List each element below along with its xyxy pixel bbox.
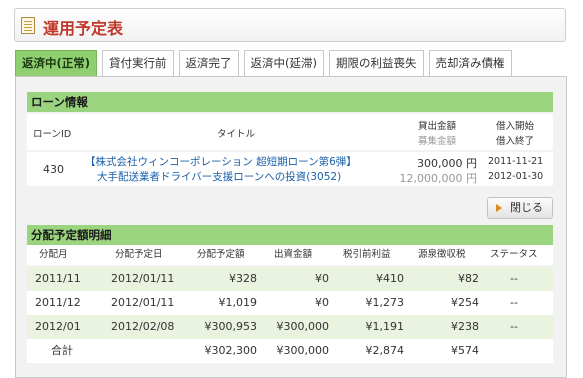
table-row: 2011/12 2012/01/11 ¥1,019 ¥0 ¥1,273 ¥254… xyxy=(27,291,553,315)
tab-repaying-delinquent[interactable]: 返済中(延滞) xyxy=(243,50,324,76)
row-date: 2012/02/08 xyxy=(111,320,175,333)
loan-title-link-line2[interactable]: 大手配送業者ドライバー支援ローンへの投資(3052) xyxy=(97,169,341,184)
col-title: タイトル xyxy=(217,129,256,140)
tab-repaying-normal[interactable]: 返済中(正常) xyxy=(15,50,98,76)
end-date: 2012-01-30 xyxy=(488,171,544,182)
row-month: 2012/01 xyxy=(35,320,81,333)
schedule-header-row: 分配月 分配予定日 分配予定額 出資金額 税引前利益 源泉徴収税 ステータス xyxy=(27,245,553,265)
total-row: 合計 ¥302,300 ¥300,000 ¥2,874 ¥574 xyxy=(27,339,553,363)
offer-amount: 12,000,000 円 xyxy=(399,172,477,185)
document-icon xyxy=(21,17,35,34)
total-profit: ¥2,874 xyxy=(365,344,405,357)
row-tax: ¥82 xyxy=(458,272,479,285)
col-loan-amount: 貸出金額 xyxy=(418,121,457,132)
total-capital: ¥300,000 xyxy=(276,344,330,357)
row-capital: ¥0 xyxy=(315,296,329,309)
col-loan-id: ローンID xyxy=(33,129,72,140)
page-title: 運用予定表 xyxy=(43,19,124,38)
loan-title-link[interactable]: 【株式会社ウィンコーポレーション 超短期ローン第6弾】 xyxy=(85,154,357,169)
col-dist-date: 分配予定日 xyxy=(115,249,163,260)
total-tax: ¥574 xyxy=(451,344,479,357)
tab-before-lending[interactable]: 貸付実行前 xyxy=(102,50,174,76)
col-withholding-tax: 源泉徴収税 xyxy=(418,249,466,260)
loan-info-row: 430 【株式会社ウィンコーポレーション 超短期ローン第6弾】 大手配送業者ドラ… xyxy=(27,152,553,186)
loan-info-header-row: ローンID タイトル 貸出金額 募集金額 借入開始 借入終了 xyxy=(27,114,553,150)
row-capital: ¥0 xyxy=(315,272,329,285)
row-status: -- xyxy=(510,272,518,285)
row-profit: ¥1,273 xyxy=(365,296,405,309)
close-button-label: 閉じる xyxy=(510,201,543,214)
row-dist-amount: ¥300,953 xyxy=(204,320,258,333)
row-status: -- xyxy=(510,320,518,333)
row-status: -- xyxy=(510,296,518,309)
page-title-bar: 運用予定表 xyxy=(14,8,566,42)
tab-repaid[interactable]: 返済完了 xyxy=(178,50,239,76)
loan-info-heading: ローン情報 xyxy=(27,92,553,112)
tab-sold-receivables[interactable]: 売却済み債権 xyxy=(428,50,512,76)
tab-acceleration[interactable]: 期限の利益喪失 xyxy=(329,50,424,76)
col-end-date: 借入終了 xyxy=(496,136,535,147)
col-pretax-profit: 税引前利益 xyxy=(343,249,391,260)
row-dist-amount: ¥1,019 xyxy=(218,296,258,309)
start-date: 2011-11-21 xyxy=(488,156,544,167)
schedule-heading: 分配予定額明細 xyxy=(27,225,553,245)
col-dist-amount: 分配予定額 xyxy=(197,249,245,260)
row-profit: ¥1,191 xyxy=(365,320,405,333)
total-dist-amount: ¥302,300 xyxy=(204,344,258,357)
table-row: 2011/11 2012/01/11 ¥328 ¥0 ¥410 ¥82 -- xyxy=(27,267,553,291)
row-date: 2012/01/11 xyxy=(111,296,175,309)
table-row: 2012/01 2012/02/08 ¥300,953 ¥300,000 ¥1,… xyxy=(27,315,553,339)
col-start-date: 借入開始 xyxy=(496,121,535,132)
play-arrow-icon xyxy=(496,204,502,212)
col-capital: 出資金額 xyxy=(274,249,313,260)
total-label: 合計 xyxy=(51,344,73,357)
col-dist-month: 分配月 xyxy=(39,249,68,260)
col-status: ステータス xyxy=(490,249,538,260)
row-capital: ¥300,000 xyxy=(276,320,330,333)
row-month: 2011/12 xyxy=(35,296,81,309)
row-tax: ¥238 xyxy=(451,320,479,333)
row-tax: ¥254 xyxy=(451,296,479,309)
row-dist-amount: ¥328 xyxy=(229,272,257,285)
loan-amount: 300,000 円 xyxy=(417,157,477,170)
close-button[interactable]: 閉じる xyxy=(487,197,553,219)
col-offer-amount: 募集金額 xyxy=(418,136,457,147)
loan-id: 430 xyxy=(43,163,64,176)
row-month: 2011/11 xyxy=(35,272,81,285)
row-profit: ¥410 xyxy=(376,272,404,285)
row-date: 2012/01/11 xyxy=(111,272,175,285)
status-tabs: 返済中(正常) 貸付実行前 返済完了 返済中(延滞) 期限の利益喪失 売却済み債… xyxy=(15,50,512,76)
